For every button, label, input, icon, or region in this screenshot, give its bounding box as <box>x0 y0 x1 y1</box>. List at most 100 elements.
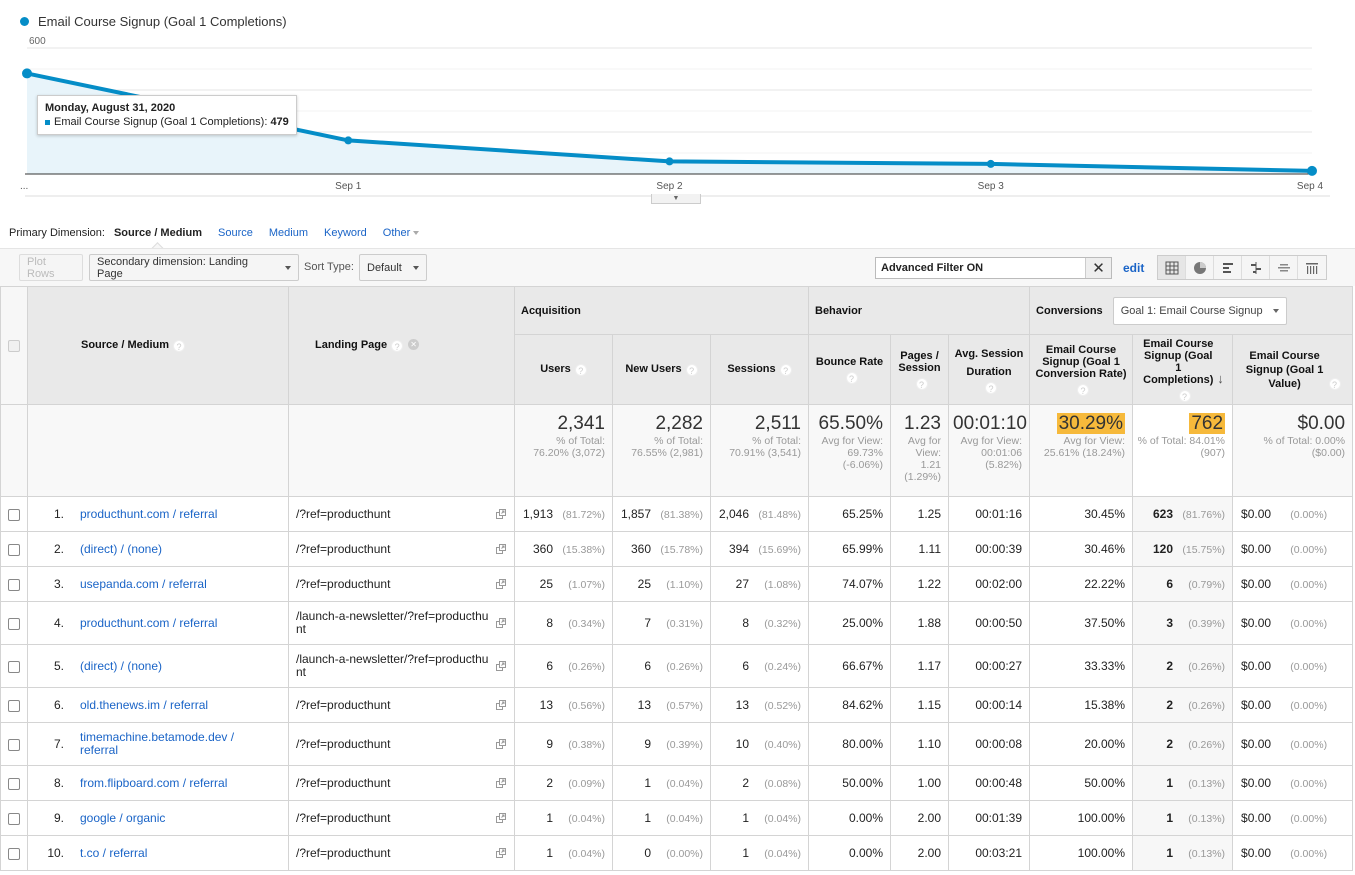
source-medium-link[interactable]: (direct) / (none) <box>80 542 162 556</box>
col-completions[interactable]: Email Course Signup (Goal 1 Completions)… <box>1132 334 1234 405</box>
row-checkbox[interactable] <box>8 847 20 860</box>
source-medium-link[interactable]: google / organic <box>80 811 165 825</box>
cell-percent: (0.00%) <box>1290 813 1328 825</box>
open-page-icon[interactable] <box>495 699 507 711</box>
landing-page-link[interactable]: /?ref=producthunt <box>296 542 492 556</box>
pivot-view-button[interactable] <box>1298 256 1326 279</box>
source-medium-link[interactable]: producthunt.com / referral <box>80 616 217 630</box>
help-icon[interactable]: ? <box>173 339 186 352</box>
cell-value: 120 <box>1153 542 1174 556</box>
col-bounce-rate[interactable]: Bounce Rate? <box>808 334 891 405</box>
total-conversion-rate: 30.29% Avg for View: 25.61% (18.24%) <box>1029 404 1134 497</box>
table-row: 10. t.co / referral /?ref=producthunt 1 (0.0… <box>0 835 1354 871</box>
landing-page-link[interactable]: /?ref=producthunt <box>296 507 492 521</box>
secondary-dimension-dropdown[interactable]: Secondary dimension: Landing Page <box>89 254 299 281</box>
landing-page-link[interactable]: /?ref=producthunt <box>296 698 492 712</box>
help-icon[interactable]: ? <box>1328 377 1341 390</box>
source-medium-link[interactable]: t.co / referral <box>80 846 147 860</box>
table-view-button[interactable] <box>1158 256 1186 279</box>
help-icon[interactable]: ? <box>391 339 404 352</box>
clear-filter-icon[interactable]: ✕ <box>1085 258 1111 278</box>
plot-rows-button[interactable]: Plot Rows <box>19 254 83 281</box>
row-checkbox[interactable] <box>8 508 20 521</box>
cell-value: 6 <box>742 659 749 673</box>
help-icon[interactable]: ? <box>574 363 587 376</box>
landing-page-link[interactable]: /?ref=producthunt <box>296 846 492 860</box>
cell-percent: (0.13%) <box>1188 813 1226 825</box>
help-icon[interactable]: ? <box>685 363 698 376</box>
landing-page-link[interactable]: /?ref=producthunt <box>296 577 492 591</box>
source-medium-link[interactable]: usepanda.com / referral <box>80 577 207 591</box>
cell-percent: (15.38%) <box>562 544 605 556</box>
open-page-icon[interactable] <box>495 812 507 824</box>
help-icon[interactable]: ? <box>1178 389 1191 402</box>
open-page-icon[interactable] <box>495 543 507 555</box>
source-medium-link[interactable]: from.flipboard.com / referral <box>80 776 227 790</box>
col-source-medium[interactable]: Source / Medium? <box>27 286 289 405</box>
sort-type-dropdown[interactable]: Default <box>359 254 427 281</box>
primary-dimension-medium[interactable]: Medium <box>269 227 308 239</box>
advanced-filter-box[interactable]: Advanced Filter ON ✕ <box>875 257 1112 279</box>
avg-session-duration-cell: 00:00:48 <box>947 765 1031 801</box>
row-checkbox[interactable] <box>8 660 20 673</box>
open-page-icon[interactable] <box>495 847 507 859</box>
landing-page-link[interactable]: /launch-a-newsletter/?ref=producthunt <box>296 653 492 679</box>
open-page-icon[interactable] <box>495 777 507 789</box>
cell-value: 1,913 <box>522 507 553 521</box>
help-icon[interactable]: ? <box>915 377 928 390</box>
row-checkbox[interactable] <box>8 617 20 630</box>
row-checkbox[interactable] <box>8 812 20 825</box>
col-sessions[interactable]: Sessions? <box>710 334 809 405</box>
primary-dimension-source-medium[interactable]: Source / Medium <box>114 227 202 239</box>
col-users[interactable]: Users? <box>514 334 613 405</box>
col-avg-session-duration[interactable]: Avg. Session Duration? <box>947 334 1031 405</box>
row-checkbox[interactable] <box>8 578 20 591</box>
goal-select-dropdown[interactable]: Goal 1: Email Course Signup <box>1112 296 1287 325</box>
advanced-filter-text[interactable]: Advanced Filter ON <box>876 258 1085 278</box>
help-icon[interactable]: ? <box>985 381 998 394</box>
help-icon[interactable]: ? <box>845 371 858 384</box>
pie-view-button[interactable] <box>1186 256 1214 279</box>
open-page-icon[interactable] <box>495 738 507 750</box>
cell-percent: (0.39%) <box>666 739 703 751</box>
bounce-rate-cell: 65.99% <box>808 531 891 567</box>
primary-dimension-keyword[interactable]: Keyword <box>324 227 367 239</box>
open-page-icon[interactable] <box>495 617 507 629</box>
performance-view-button[interactable] <box>1214 256 1242 279</box>
row-checkbox[interactable] <box>8 699 20 712</box>
col-conversion-rate[interactable]: Email Course Signup (Goal 1 Conversion R… <box>1029 334 1134 405</box>
landing-page-link[interactable]: /?ref=producthunt <box>296 737 492 751</box>
cell-value: $0.00 <box>1241 737 1272 751</box>
source-medium-link[interactable]: (direct) / (none) <box>80 659 162 673</box>
col-new-users[interactable]: New Users? <box>612 334 711 405</box>
landing-page-link[interactable]: /?ref=producthunt <box>296 811 492 825</box>
open-page-icon[interactable] <box>495 578 507 590</box>
landing-page-link[interactable]: /launch-a-newsletter/?ref=producthunt <box>296 610 492 636</box>
term-cloud-button[interactable] <box>1270 256 1298 279</box>
row-checkbox[interactable] <box>8 777 20 790</box>
chart-collapse-handle[interactable]: ▼ <box>651 194 701 204</box>
landing-page-link[interactable]: /?ref=producthunt <box>296 776 492 790</box>
source-medium-link[interactable]: old.thenews.im / referral <box>80 698 208 712</box>
row-checkbox[interactable] <box>8 738 20 751</box>
cell-percent: (0.04%) <box>568 848 605 860</box>
primary-dimension-source[interactable]: Source <box>218 227 253 239</box>
source-medium-cell: 9. google / organic <box>27 800 289 836</box>
help-icon[interactable]: ? <box>779 363 792 376</box>
source-medium-link[interactable]: timemachine.betamode.dev / referral <box>80 731 240 757</box>
col-goal-value[interactable]: Email Course Signup (Goal 1 Value)? <box>1232 334 1354 405</box>
help-icon[interactable]: ? <box>1077 383 1090 396</box>
chart-legend[interactable]: Email Course Signup (Goal 1 Completions) <box>20 14 287 29</box>
row-checkbox[interactable] <box>8 543 20 556</box>
comparison-view-button[interactable] <box>1242 256 1270 279</box>
select-all-checkbox[interactable] <box>8 339 20 352</box>
completions-cell: 3 (0.39%) <box>1132 601 1234 645</box>
primary-dimension-other[interactable]: Other <box>383 227 420 239</box>
open-page-icon[interactable] <box>495 508 507 520</box>
open-page-icon[interactable] <box>495 660 507 672</box>
source-medium-link[interactable]: producthunt.com / referral <box>80 507 217 521</box>
col-landing-page[interactable]: Landing Page? ✕ <box>288 286 515 405</box>
edit-filter-link[interactable]: edit <box>1123 261 1144 275</box>
remove-dimension-icon[interactable]: ✕ <box>408 339 420 351</box>
col-pages-session[interactable]: Pages / Session? <box>890 334 949 405</box>
